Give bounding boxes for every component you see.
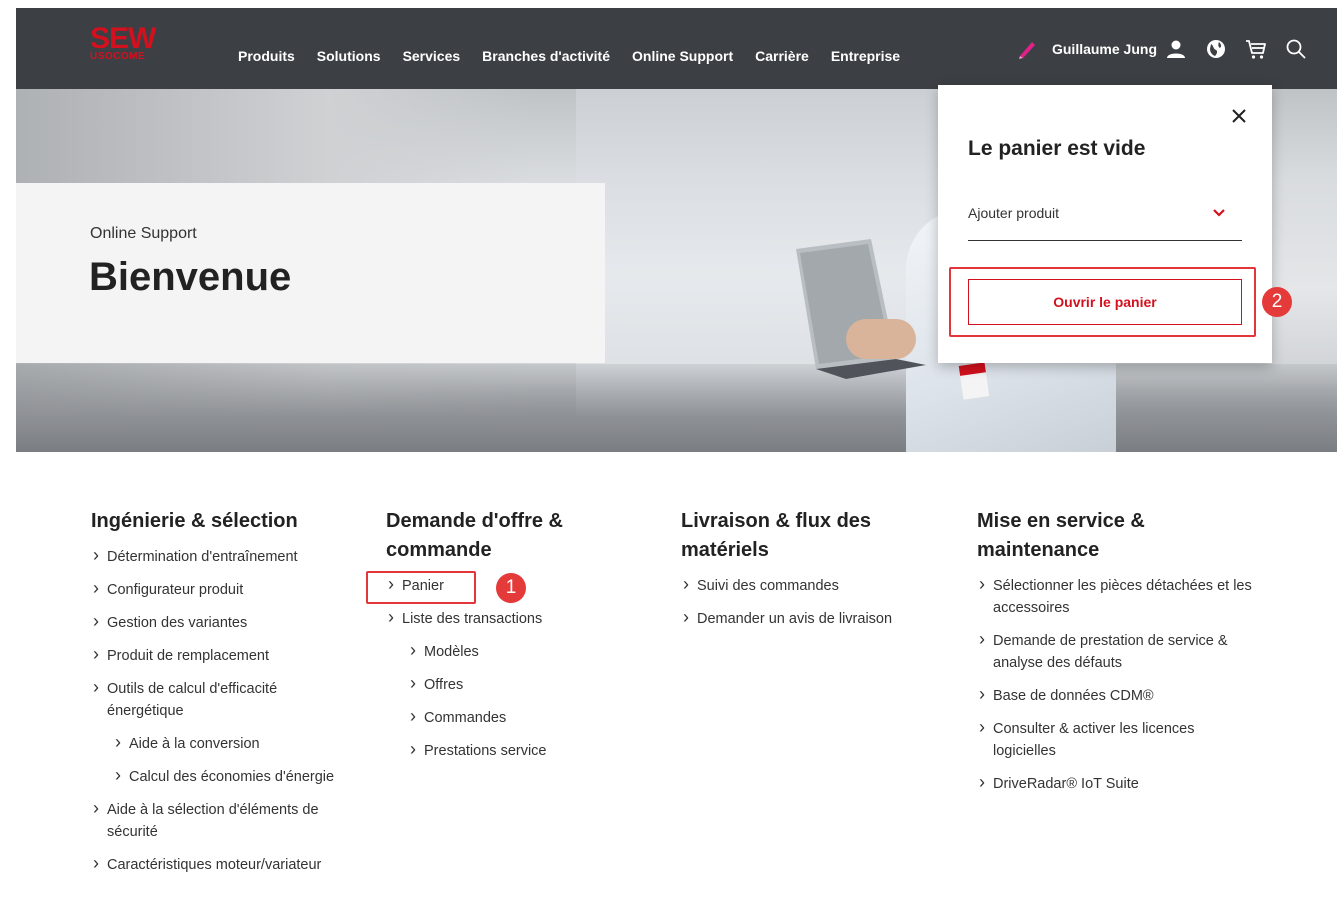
column-delivery: Livraison & flux des matériels Suivi des…	[681, 507, 941, 641]
nav-entreprise[interactable]: Entreprise	[831, 48, 900, 64]
nav-branches[interactable]: Branches d'activité	[482, 48, 610, 64]
link-avis-livraison[interactable]: Demander un avis de livraison	[681, 606, 941, 630]
hero-hand	[846, 319, 916, 359]
link-pieces-detachees[interactable]: Sélectionner les pièces détachées et les…	[977, 573, 1262, 619]
link-modeles[interactable]: Modèles	[408, 639, 626, 663]
add-product-label: Ajouter produit	[968, 205, 1060, 221]
welcome-subtitle: Online Support	[90, 225, 197, 242]
pen-icon[interactable]	[1016, 38, 1038, 60]
nav-carriere[interactable]: Carrière	[755, 48, 809, 64]
top-navigation-bar: SEW USOCOME Produits Solutions Services …	[16, 8, 1337, 89]
link-prestation-service[interactable]: Demande de prestation de service & analy…	[977, 628, 1262, 674]
highlight-open-cart	[949, 267, 1256, 337]
link-securite[interactable]: Aide à la sélection d'éléments de sécuri…	[91, 797, 351, 843]
main-nav: Produits Solutions Services Branches d'a…	[238, 48, 922, 64]
highlight-panier	[366, 571, 476, 604]
column-title: Mise en service & maintenance	[977, 510, 1145, 561]
column-title: Livraison & flux des matériels	[681, 510, 872, 561]
cart-icon[interactable]	[1245, 38, 1267, 60]
logo-subtitle: USOCOME	[90, 51, 146, 62]
sew-logo[interactable]: SEW USOCOME	[90, 22, 168, 64]
user-name[interactable]: Guillaume Jung	[1052, 41, 1157, 57]
link-offres[interactable]: Offres	[408, 672, 626, 696]
link-conversion[interactable]: Aide à la conversion	[113, 731, 361, 755]
link-commandes[interactable]: Commandes	[408, 705, 626, 729]
nav-produits[interactable]: Produits	[238, 48, 295, 64]
chevron-down-icon	[1213, 209, 1225, 217]
hero-floor	[16, 364, 1337, 452]
close-icon[interactable]	[1230, 107, 1248, 125]
link-remplacement[interactable]: Produit de remplacement	[91, 643, 361, 667]
add-product-select[interactable]: Ajouter produit	[968, 203, 1242, 241]
column-title: Ingénierie & sélection	[91, 510, 298, 532]
welcome-title: Bienvenue	[89, 255, 292, 299]
nav-services[interactable]: Services	[403, 48, 461, 64]
welcome-card: Online Support Bienvenue	[16, 183, 605, 363]
employee-badge	[958, 362, 990, 400]
link-caracteristiques[interactable]: Caractéristiques moteur/variateur	[91, 852, 361, 876]
link-base-cdm[interactable]: Base de données CDM®	[977, 683, 1267, 707]
cart-empty-title: Le panier est vide	[968, 137, 1146, 160]
search-icon[interactable]	[1285, 38, 1307, 60]
utility-bar: Guillaume Jung	[1016, 38, 1307, 60]
link-economies[interactable]: Calcul des économies d'énergie	[113, 764, 361, 788]
column-maintenance: Mise en service & maintenance Sélectionn…	[977, 507, 1267, 806]
column-engineering: Ingénierie & sélection Détermination d'e…	[91, 507, 361, 887]
step-marker-1: 1	[496, 573, 526, 603]
logo-mark: SEW	[90, 22, 156, 55]
page-margin	[0, 0, 16, 900]
link-determination[interactable]: Détermination d'entraînement	[91, 544, 361, 568]
link-configurateur[interactable]: Configurateur produit	[91, 577, 361, 601]
link-transactions[interactable]: Liste des transactions	[386, 606, 626, 630]
link-driveradar[interactable]: DriveRadar® IoT Suite	[977, 771, 1267, 795]
link-prestations[interactable]: Prestations service	[408, 738, 626, 762]
link-suivi-commandes[interactable]: Suivi des commandes	[681, 573, 941, 597]
step-marker-2: 2	[1262, 287, 1292, 317]
column-title: Demande d'offre & commande	[386, 510, 564, 561]
nav-solutions[interactable]: Solutions	[317, 48, 381, 64]
link-licences[interactable]: Consulter & activer les licences logicie…	[977, 716, 1227, 762]
laptop-image	[796, 239, 926, 379]
link-efficacite[interactable]: Outils de calcul d'efficacité énergétiqu…	[91, 676, 321, 722]
column-quote-order: Demande d'offre & commande Panier Liste …	[386, 507, 626, 773]
globe-icon[interactable]	[1205, 38, 1227, 60]
nav-online-support[interactable]: Online Support	[632, 48, 733, 64]
user-icon[interactable]	[1165, 38, 1187, 60]
link-variantes[interactable]: Gestion des variantes	[91, 610, 361, 634]
